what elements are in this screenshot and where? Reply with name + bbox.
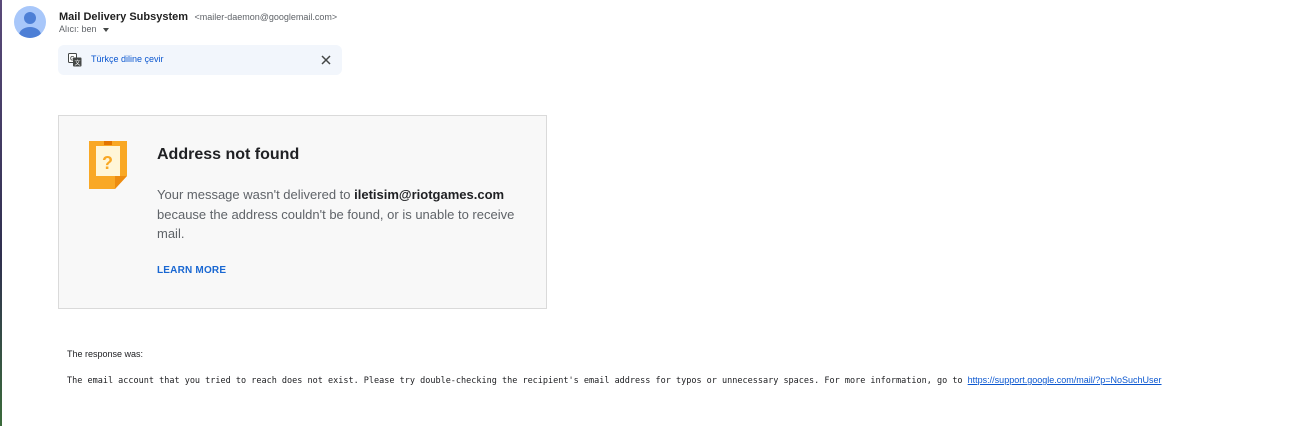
card-title: Address not found	[157, 146, 300, 163]
avatar[interactable]	[14, 6, 46, 38]
missing-address-icon: ?	[89, 141, 127, 189]
response-text: The email account that you tried to reac…	[67, 375, 1162, 386]
sender-email: <mailer-daemon@googlemail.com>	[194, 12, 338, 22]
window-edge	[0, 0, 2, 426]
learn-more-link[interactable]: LEARN MORE	[157, 265, 226, 276]
svg-text:文: 文	[75, 59, 81, 67]
translate-link[interactable]: Türkçe diline çevir	[91, 54, 164, 64]
translate-bar: G 文 Türkçe diline çevir	[58, 45, 342, 75]
chevron-down-icon[interactable]	[102, 27, 109, 32]
card-body: Your message wasn't delivered to iletisi…	[157, 185, 527, 244]
response-label: The response was:	[67, 349, 144, 359]
card-body-suffix: because the address couldn't be found, o…	[157, 206, 515, 242]
recipient-details-toggle[interactable]: Alıcı: ben	[59, 24, 109, 34]
sender-line: Mail Delivery Subsystem <mailer-daemon@g…	[59, 7, 337, 25]
translate-icon: G 文	[68, 53, 82, 67]
delivery-failure-card: ? Address not found Your message wasn't …	[58, 115, 547, 309]
recipient-label: Alıcı: ben	[59, 24, 97, 34]
avatar-head-shape	[24, 12, 36, 24]
response-message: The email account that you tried to reac…	[67, 376, 968, 386]
support-link[interactable]: https://support.google.com/mail/?p=NoSuc…	[968, 375, 1162, 385]
avatar-body-shape	[19, 27, 41, 38]
sender-name[interactable]: Mail Delivery Subsystem	[59, 11, 188, 23]
card-body-prefix: Your message wasn't delivered to	[157, 187, 355, 202]
failed-address: iletisim@riotgames.com	[354, 187, 505, 202]
svg-text:?: ?	[102, 153, 113, 173]
close-icon[interactable]	[320, 54, 332, 66]
